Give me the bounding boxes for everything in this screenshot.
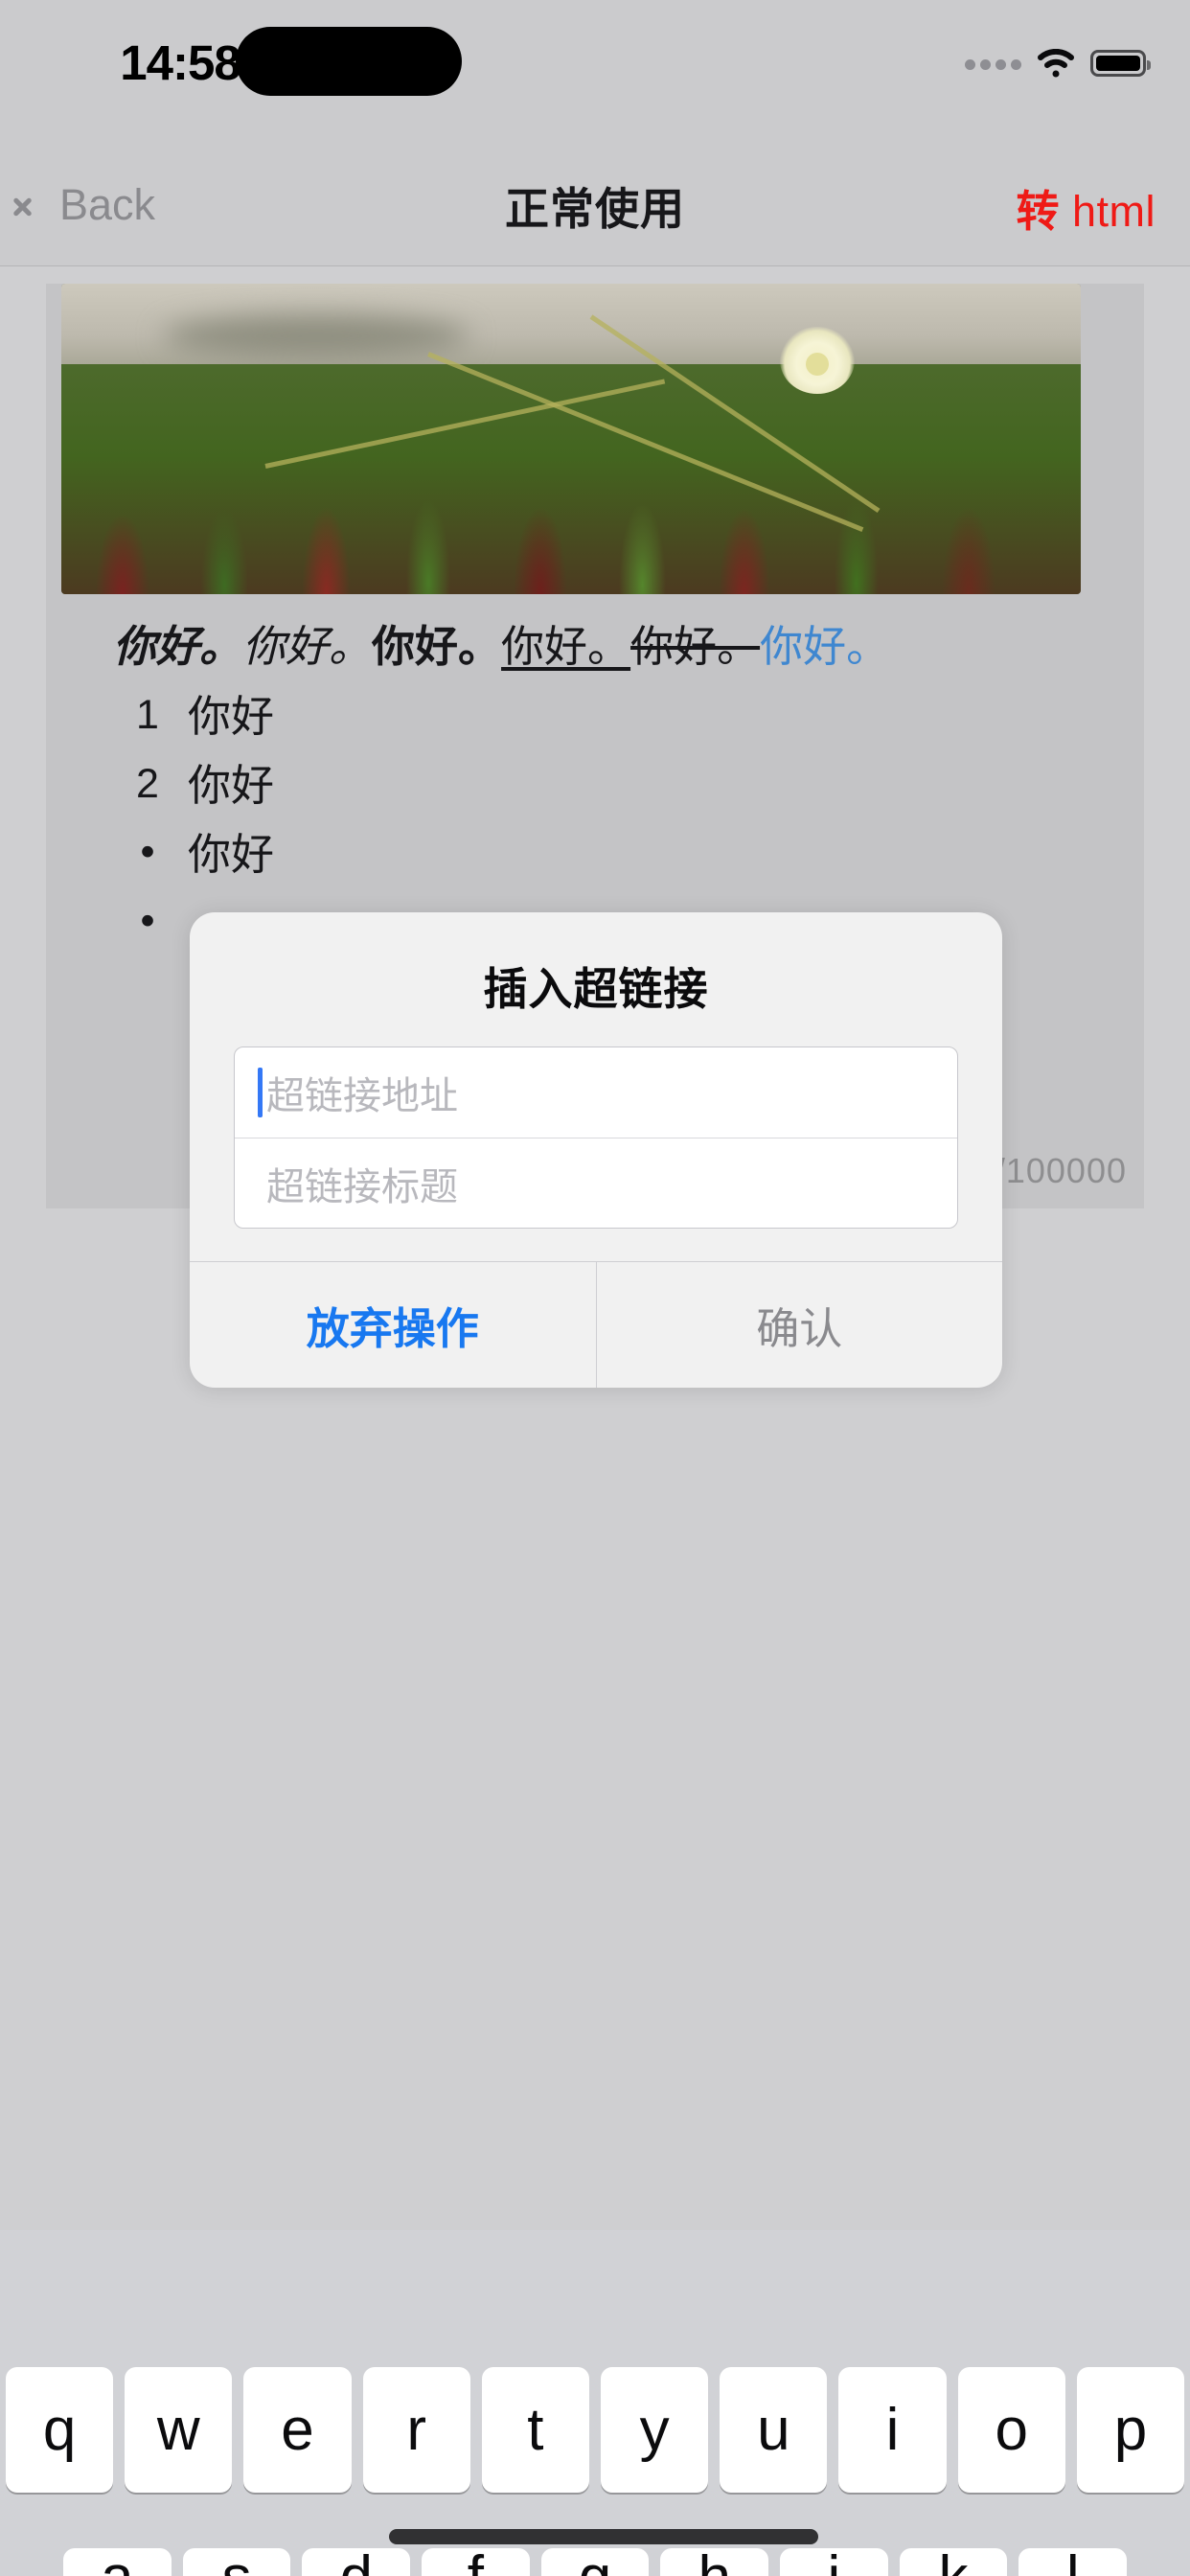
key-e[interactable]: e [243,2367,352,2493]
phone-screen: 14:58 Back 正常使用 转 html 你好。你好。你好。你好。你好。你好… [0,0,1190,2576]
key-p[interactable]: p [1076,2367,1185,2493]
key-h[interactable]: h [660,2544,769,2576]
text-caret [258,1068,263,1117]
confirm-button[interactable]: 确认 [595,1262,1003,1388]
dialog-title: 插入超链接 [483,964,709,1014]
key-s[interactable]: s [182,2544,291,2576]
key-o[interactable]: o [957,2367,1065,2493]
dialog-input-group: 超链接地址 超链接标题 [234,1046,958,1229]
hyperlink-url-field[interactable]: 超链接地址 [235,1047,957,1138]
key-u[interactable]: u [720,2367,828,2493]
key-r[interactable]: r [362,2367,470,2493]
key-i[interactable]: i [838,2367,947,2493]
key-t[interactable]: t [481,2367,590,2493]
cancel-button[interactable]: 放弃操作 [190,1262,596,1388]
hyperlink-title-field[interactable]: 超链接标题 [235,1138,957,1228]
key-q[interactable]: q [6,2367,114,2493]
key-a[interactable]: a [63,2544,172,2576]
key-y[interactable]: y [601,2367,709,2493]
key-d[interactable]: d [302,2544,411,2576]
on-screen-keyboard[interactable]: qwertyuiop [0,2230,1190,2576]
hyperlink-url-placeholder: 超链接地址 [266,1075,458,1117]
key-f[interactable]: f [422,2544,530,2576]
hyperlink-title-placeholder: 超链接标题 [266,1165,458,1208]
keyboard-row-2: asdfghjkl [63,2544,1128,2576]
home-indicator [389,2529,818,2544]
key-w[interactable]: w [125,2367,233,2493]
key-k[interactable]: k [899,2544,1008,2576]
key-l[interactable]: l [1018,2544,1128,2576]
insert-hyperlink-dialog: 插入超链接 超链接地址 超链接标题 放弃操作 确认 [190,912,1002,1388]
key-g[interactable]: g [540,2544,650,2576]
keyboard-row-1: qwertyuiop [6,2367,1185,2493]
dialog-buttons: 放弃操作 确认 [190,1261,1002,1388]
alert-overlay: 插入超链接 超链接地址 超链接标题 放弃操作 确认 [0,0,1190,2576]
key-j[interactable]: j [780,2544,888,2576]
